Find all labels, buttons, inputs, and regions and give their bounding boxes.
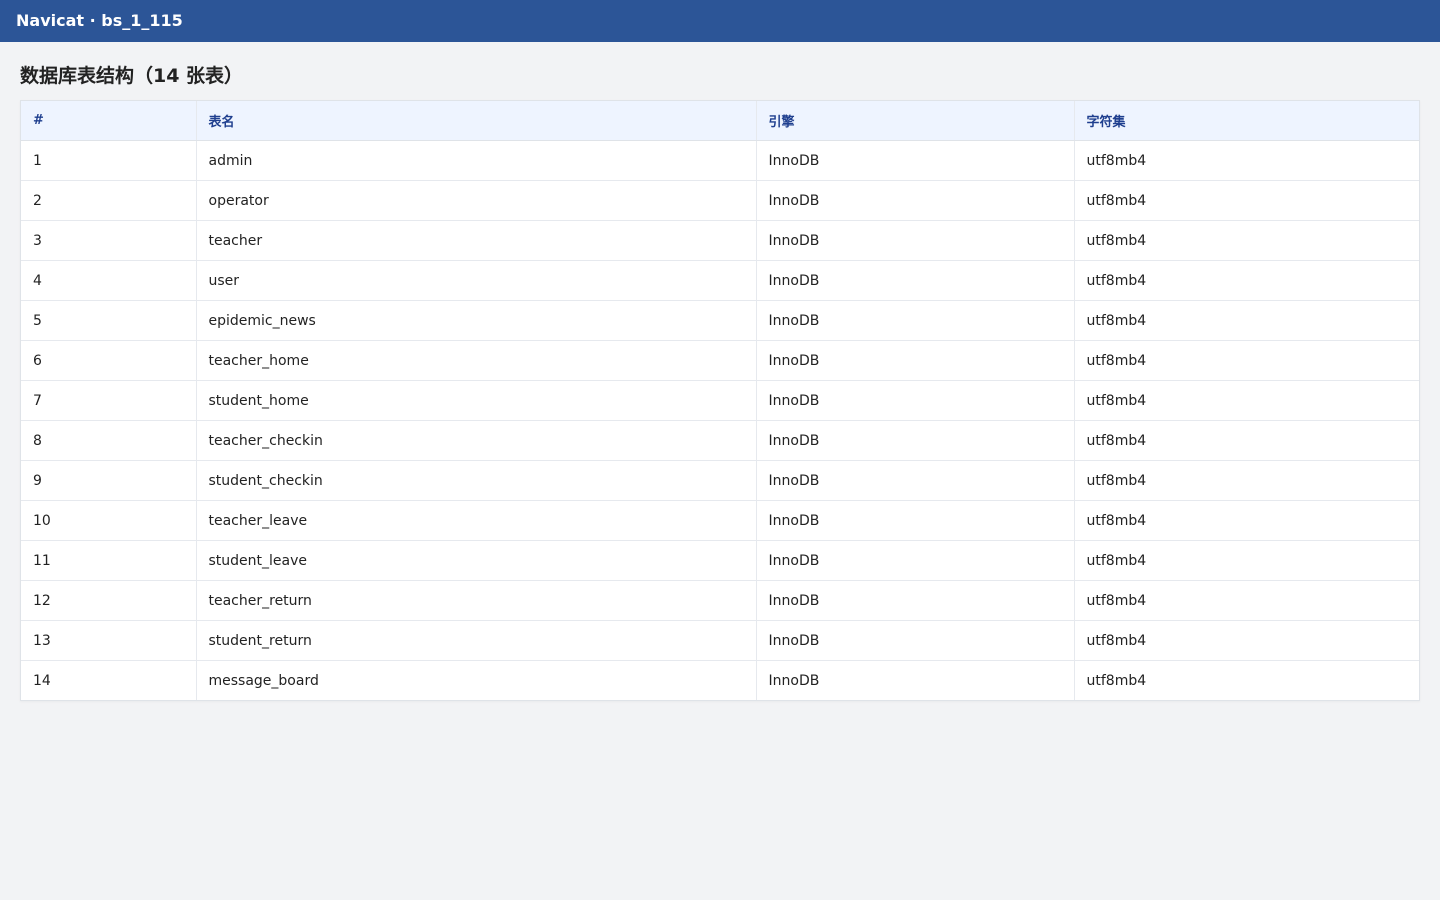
- table-row[interactable]: 13 student_return InnoDB utf8mb4: [21, 620, 1419, 661]
- cell-engine: InnoDB: [756, 420, 1075, 461]
- cell-engine: InnoDB: [756, 180, 1075, 221]
- cell-engine: InnoDB: [756, 140, 1075, 181]
- column-header-engine[interactable]: 引擎: [756, 101, 1075, 141]
- cell-engine: InnoDB: [756, 260, 1075, 301]
- cell-charset: utf8mb4: [1074, 420, 1419, 461]
- cell-engine: InnoDB: [756, 340, 1075, 381]
- cell-charset: utf8mb4: [1074, 260, 1419, 301]
- cell-table-name: epidemic_news: [196, 300, 757, 341]
- cell-row-number: 3: [21, 220, 197, 261]
- table-row[interactable]: 9 student_checkin InnoDB utf8mb4: [21, 460, 1419, 501]
- cell-charset: utf8mb4: [1074, 300, 1419, 341]
- column-header-table-name[interactable]: 表名: [196, 101, 757, 141]
- cell-charset: utf8mb4: [1074, 380, 1419, 421]
- table-row[interactable]: 4 user InnoDB utf8mb4: [21, 260, 1419, 301]
- cell-row-number: 10: [21, 500, 197, 541]
- cell-row-number: 1: [21, 140, 197, 181]
- table-container: # 表名 引擎 字符集 1 admin InnoDB utf8mb4 2 operator…: [20, 100, 1420, 701]
- cell-charset: utf8mb4: [1074, 220, 1419, 261]
- table-row[interactable]: 11 student_leave InnoDB utf8mb4: [21, 540, 1419, 581]
- cell-engine: InnoDB: [756, 220, 1075, 261]
- cell-table-name: teacher: [196, 220, 757, 261]
- cell-charset: utf8mb4: [1074, 460, 1419, 501]
- table-row[interactable]: 1 admin InnoDB utf8mb4: [21, 140, 1419, 181]
- cell-row-number: 14: [21, 660, 197, 700]
- cell-engine: InnoDB: [756, 660, 1075, 700]
- table-row[interactable]: 8 teacher_checkin InnoDB utf8mb4: [21, 420, 1419, 461]
- cell-engine: InnoDB: [756, 580, 1075, 621]
- cell-charset: utf8mb4: [1074, 500, 1419, 541]
- cell-row-number: 4: [21, 260, 197, 301]
- cell-row-number: 12: [21, 580, 197, 621]
- cell-table-name: teacher_return: [196, 580, 757, 621]
- table-row[interactable]: 10 teacher_leave InnoDB utf8mb4: [21, 500, 1419, 541]
- table-row[interactable]: 6 teacher_home InnoDB utf8mb4: [21, 340, 1419, 381]
- cell-row-number: 11: [21, 540, 197, 581]
- table-row[interactable]: 12 teacher_return InnoDB utf8mb4: [21, 580, 1419, 621]
- page-title: 数据库表结构（14 张表）: [20, 65, 244, 87]
- cell-charset: utf8mb4: [1074, 140, 1419, 181]
- table-header-row: # 表名 引擎 字符集: [21, 101, 1419, 141]
- cell-charset: utf8mb4: [1086, 672, 1147, 689]
- cell-table-name: teacher_leave: [196, 500, 757, 541]
- cell-row-number: 5: [21, 300, 197, 341]
- cell-table-name: teacher_home: [196, 340, 757, 381]
- cell-row-number: 2: [21, 180, 197, 221]
- cell-row-number: 7: [21, 380, 197, 421]
- cell-table-name: operator: [196, 180, 757, 221]
- column-header-number[interactable]: #: [21, 101, 197, 141]
- cell-engine: InnoDB: [756, 620, 1075, 661]
- cell-row-number: 8: [21, 420, 197, 461]
- cell-charset: utf8mb4: [1074, 180, 1419, 221]
- cell-engine: InnoDB: [756, 460, 1075, 501]
- cell-row-number: 9: [21, 460, 197, 501]
- cell-engine: InnoDB: [756, 540, 1075, 581]
- table-row[interactable]: 5 epidemic_news InnoDB utf8mb4: [21, 300, 1419, 341]
- table-body: 1 admin InnoDB utf8mb4 2 operator InnoDB utf8mb…: [21, 140, 1419, 700]
- cell-charset: utf8mb4: [1074, 620, 1419, 661]
- cell-engine: InnoDB: [756, 300, 1075, 341]
- cell-charset: utf8mb4: [1074, 580, 1419, 621]
- cell-table-name: student_return: [196, 620, 757, 661]
- table-row[interactable]: 2 operator InnoDB utf8mb4: [21, 180, 1419, 221]
- table-row[interactable]: 7 student_home InnoDB utf8mb4: [21, 380, 1419, 421]
- column-header-charset[interactable]: 字符集: [1074, 101, 1419, 141]
- cell-engine: InnoDB: [756, 500, 1075, 541]
- cell-table-name: user: [196, 260, 757, 301]
- cell-row-number: 13: [21, 620, 197, 661]
- cell-table-name: student_leave: [196, 540, 757, 581]
- cell-row-number: 6: [21, 340, 197, 381]
- cell-charset: utf8mb4: [1074, 340, 1419, 381]
- cell-table-name: admin: [196, 140, 757, 181]
- table-row[interactable]: 14 message_board InnoDB utf8mb4: [21, 660, 1419, 700]
- cell-table-name: teacher_checkin: [196, 420, 757, 461]
- cell-table-name: message_board: [196, 660, 757, 700]
- main-content: 数据库表结构（14 张表） # 表名 引擎 字符集 1 admin InnoDB ut…: [0, 42, 1440, 701]
- cell-table-name: student_checkin: [196, 460, 757, 501]
- table-row[interactable]: 3 teacher InnoDB utf8mb4: [21, 220, 1419, 261]
- cell-charset: utf8mb4: [1074, 540, 1419, 581]
- cell-table-name: student_home: [196, 380, 757, 421]
- window-title: Navicat · bs_1_115: [16, 11, 183, 30]
- tables-table: # 表名 引擎 字符集 1 admin InnoDB utf8mb4 2 operator…: [21, 101, 1419, 700]
- cell-engine: InnoDB: [756, 380, 1075, 421]
- app-title-bar: Navicat · bs_1_115: [0, 0, 1440, 42]
